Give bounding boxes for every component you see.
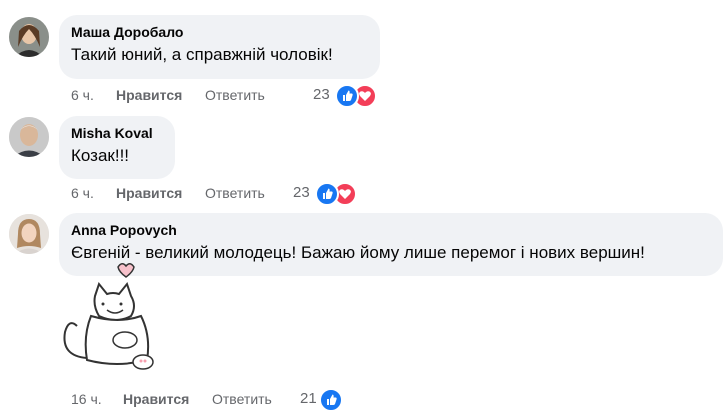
reaction-count: 21 (300, 390, 317, 407)
like-button[interactable]: Нравится (116, 86, 182, 104)
avatar[interactable] (9, 214, 49, 254)
avatar[interactable] (9, 17, 49, 57)
comment-bubble: Misha Koval Козак!!! (59, 116, 175, 179)
comment-text: Такий юний, а справжній чоловік! (71, 45, 333, 64)
reaction-count: 23 (293, 184, 310, 201)
reply-button[interactable]: Ответить (212, 390, 272, 408)
like-button[interactable]: Нравится (116, 184, 182, 202)
like-icon (315, 182, 339, 206)
avatar[interactable] (9, 117, 49, 157)
comment-author[interactable]: Anna Popovych (71, 221, 711, 239)
reply-button[interactable]: Ответить (205, 86, 265, 104)
reaction-count: 23 (313, 86, 330, 103)
like-icon (319, 388, 343, 412)
comment-author[interactable]: Маша Доробало (71, 23, 368, 41)
comment-time[interactable]: 16 ч. (71, 390, 102, 408)
reply-button[interactable]: Ответить (205, 184, 265, 202)
cat-with-heart-sticker[interactable] (55, 258, 165, 378)
comment-time[interactable]: 6 ч. (71, 184, 94, 202)
comment-text: Козак!!! (71, 146, 130, 165)
comment-author[interactable]: Misha Koval (71, 124, 163, 142)
comment-text: Євгеній - великий молодець! Бажаю йому л… (71, 243, 645, 262)
comment-bubble: Маша Доробало Такий юний, а справжній чо… (59, 15, 380, 79)
like-icon (335, 84, 359, 108)
comment-time[interactable]: 6 ч. (71, 86, 94, 104)
like-button[interactable]: Нравится (123, 390, 189, 408)
